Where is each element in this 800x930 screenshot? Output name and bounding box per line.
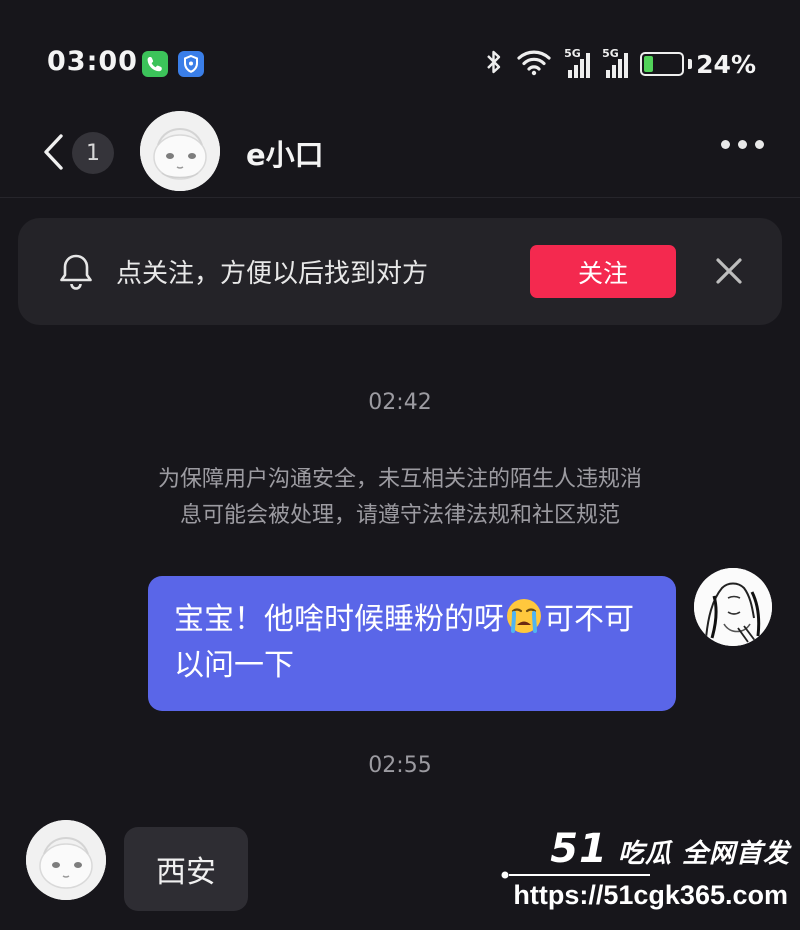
phone-icon xyxy=(142,51,168,77)
contact-avatar-small[interactable] xyxy=(26,820,106,900)
follow-banner: 点关注，方便以后找到对方 关注 xyxy=(18,218,782,325)
incoming-message-bubble[interactable]: 西安 xyxy=(124,827,248,911)
more-options-button[interactable] xyxy=(721,140,764,149)
battery-indicator: 24% xyxy=(640,50,756,79)
system-notice: 为保障用户沟通安全，未互相关注的陌生人违规消 息可能会被处理，请遵守法律法规和社… xyxy=(90,462,710,534)
unread-count-badge: 1 xyxy=(72,132,114,174)
follow-prompt-text: 点关注，方便以后找到对方 xyxy=(116,259,429,289)
battery-icon xyxy=(640,52,685,76)
watermark-brand-number: 51 xyxy=(550,826,608,872)
status-indicators: 5G 5G 24% xyxy=(484,46,756,82)
signal-2-label: 5G xyxy=(602,47,619,60)
system-notice-line: 息可能会被处理，请遵守法律法规和社区规范 xyxy=(179,503,620,528)
system-notice-line: 为保障用户沟通安全，未互相关注的陌生人违规消 xyxy=(157,467,642,492)
outgoing-message-text: 宝宝！他啥时候睡粉的呀 xyxy=(174,602,504,637)
back-button[interactable] xyxy=(34,130,74,174)
cellular-signal-2: 5G xyxy=(602,47,629,78)
shield-icon xyxy=(178,51,204,77)
message-timestamp: 02:55 xyxy=(368,753,432,778)
follow-button[interactable]: 关注 xyxy=(530,245,676,298)
watermark-decoration xyxy=(501,871,650,879)
signal-1-label: 5G xyxy=(564,47,581,60)
my-avatar[interactable] xyxy=(694,568,772,646)
watermark-brand-text: 吃瓜 全网首发 xyxy=(617,839,790,869)
status-time: 03:00 xyxy=(47,46,138,77)
contact-avatar[interactable] xyxy=(140,111,220,191)
battery-level-fill xyxy=(644,56,653,72)
message-timestamp: 02:42 xyxy=(368,390,432,415)
outgoing-message-bubble[interactable]: 宝宝！他啥时候睡粉的呀 可不可以问一下 xyxy=(148,576,676,711)
more-horizontal-icon xyxy=(721,140,764,149)
close-banner-button[interactable] xyxy=(712,254,746,288)
battery-tip xyxy=(688,59,693,69)
bluetooth-icon xyxy=(484,47,504,81)
loudly-crying-face-emoji xyxy=(504,596,544,636)
watermark-brand: 51 吃瓜 全网首发 xyxy=(550,826,790,872)
contact-name[interactable]: e小口 xyxy=(246,132,324,174)
watermark-url: https://51cgk365.com xyxy=(513,880,788,910)
chevron-left-icon xyxy=(44,134,63,170)
watermark: 51 吃瓜 全网首发 https://51cgk365.com xyxy=(500,826,796,926)
header-divider xyxy=(0,197,800,198)
bell-icon xyxy=(56,251,96,293)
chat-header: 1 e小口 xyxy=(0,105,800,197)
battery-percent: 24% xyxy=(696,49,756,79)
chat-screen: 03:00 5G 5G 24% 1 e小口 点关注，方便以后找到对方 关注 02… xyxy=(0,0,800,930)
close-icon xyxy=(716,258,742,284)
cellular-signal-1: 5G xyxy=(564,47,591,78)
wifi-icon xyxy=(516,48,552,80)
status-bar: 03:00 5G 5G 24% xyxy=(0,0,800,110)
